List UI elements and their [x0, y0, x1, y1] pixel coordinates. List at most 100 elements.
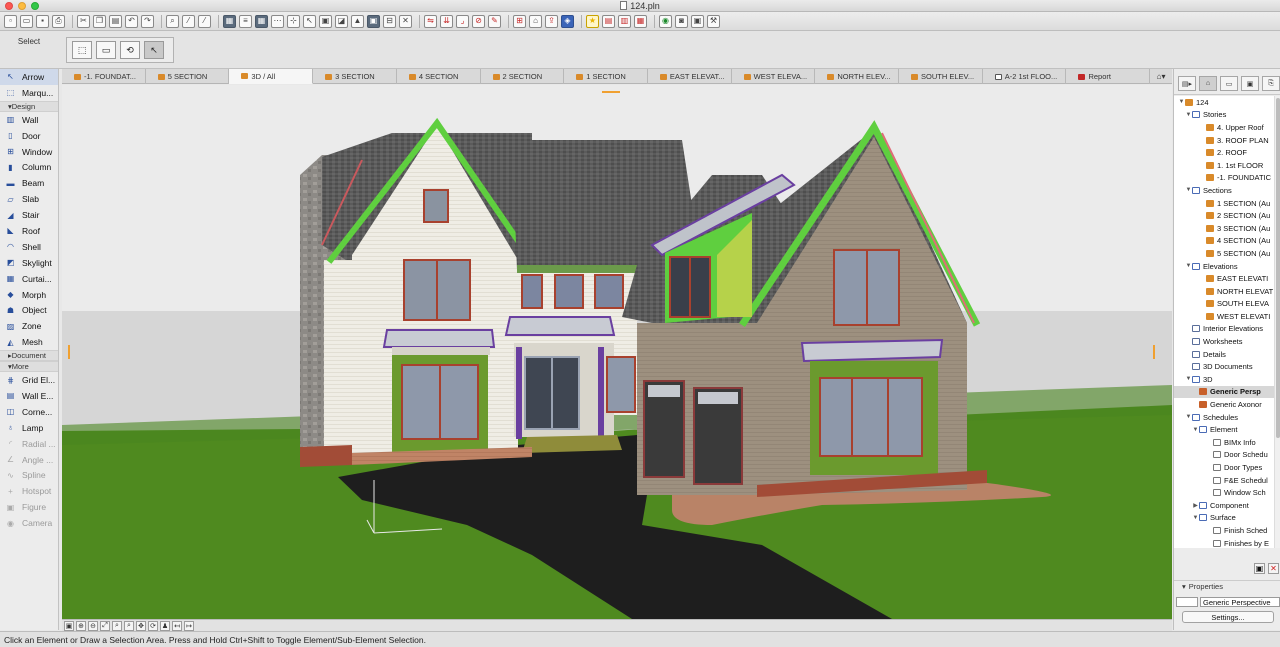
disclosure-open-icon[interactable]: ▼ [1192, 427, 1199, 433]
delete-view-icon[interactable]: ✕ [1268, 563, 1279, 574]
tool-door[interactable]: ▯ Door [0, 128, 58, 144]
3d-viewport[interactable] [62, 85, 1172, 619]
tool-camera[interactable]: ◉ Camera [0, 515, 58, 531]
view-tab[interactable]: -1. FOUNDAT... [62, 69, 146, 84]
zoom-icon[interactable]: ⌕ [124, 620, 134, 631]
tool-figure[interactable]: ▣ Figure [0, 499, 58, 515]
view-tab[interactable]: SOUTH ELEV... [899, 69, 983, 84]
x-close-icon[interactable]: ✕ [399, 14, 412, 28]
tool-window[interactable]: ⊞ Window [0, 144, 58, 160]
navigator-icon[interactable]: ▥ [618, 14, 631, 28]
project-map-node[interactable]: 1. 1st FLOOR [1174, 159, 1274, 172]
zoom-in-icon[interactable]: ⊕ [76, 620, 86, 631]
section-marker-icon[interactable]: ⊟ [383, 14, 396, 28]
new-view-icon[interactable]: ▣ [1254, 563, 1265, 574]
view-tab[interactable]: A-2 1st FLOO... [983, 69, 1067, 84]
layout-book-icon[interactable]: ▣ [1241, 76, 1259, 91]
tool-lamp[interactable]: ♁ Lamp [0, 420, 58, 436]
zoom-icon[interactable]: ⌕ [112, 620, 122, 631]
tool-mesh[interactable]: ◭ Mesh [0, 334, 58, 350]
fit-window-icon[interactable]: ⤢ [100, 620, 110, 631]
view-tab[interactable]: Report [1066, 69, 1151, 84]
project-map-node[interactable]: 3 SECTION (Au [1174, 222, 1274, 235]
project-map-node[interactable]: ▼ Element [1174, 423, 1274, 436]
suspend-groups-icon[interactable]: ◪ [335, 14, 348, 28]
navigator-menu-icon[interactable]: ▤▸ [1178, 76, 1196, 91]
view-tab[interactable]: 3D / All [229, 69, 314, 84]
eyedropper-icon[interactable]: ⁄ [182, 14, 195, 28]
teamwork-receive-icon[interactable]: ⇊ [440, 14, 453, 28]
project-map-node[interactable]: 3. ROOF PLAN [1174, 134, 1274, 147]
undo-icon[interactable]: ↶ [125, 14, 138, 28]
project-map-node[interactable]: 2. ROOF [1174, 146, 1274, 159]
tool-skylight[interactable]: ◩ Skylight [0, 255, 58, 271]
annotation-icon[interactable]: ✎ [488, 14, 501, 28]
project-map-node[interactable]: Worksheets [1174, 335, 1274, 348]
project-map-node[interactable]: NORTH ELEVAT [1174, 285, 1274, 298]
project-map-node[interactable]: ▼ 3D [1174, 373, 1274, 386]
project-map-node[interactable]: ▼ Surface [1174, 512, 1274, 525]
zoom-out-icon[interactable]: ⊖ [88, 620, 98, 631]
project-map-node[interactable]: -1. FOUNDATIC [1174, 172, 1274, 185]
group-icon[interactable]: ▣ [319, 14, 332, 28]
project-map-node[interactable]: BIMx Info [1174, 436, 1274, 449]
tool-marquee[interactable]: ⬚ Marqu... [0, 85, 58, 101]
render-icon[interactable]: ▣ [367, 14, 380, 28]
walk-icon[interactable]: ♟ [160, 620, 170, 631]
project-map-node[interactable]: Generic Persp [1174, 385, 1274, 399]
dimension-icon[interactable]: ⌟ [456, 14, 469, 28]
layer-combination-icon[interactable]: ▦ [223, 14, 236, 28]
arrow-select-icon[interactable]: ↖ [144, 41, 164, 59]
project-map-node[interactable]: SOUTH ELEVA [1174, 298, 1274, 311]
marker-icon[interactable]: ⊘ [472, 14, 485, 28]
more-section-header[interactable]: ▾ More [0, 361, 58, 373]
disclosure-closed-icon[interactable]: ▶ [1192, 502, 1199, 509]
project-map-node[interactable]: ▼ Stories [1174, 109, 1274, 122]
tool-angle-dimension[interactable]: ∠ Angle ... [0, 452, 58, 468]
view-tab[interactable]: WEST ELEVA... [732, 69, 816, 84]
pan-icon[interactable]: ✥ [136, 620, 146, 631]
properties-header[interactable]: ▾ Properties [1174, 580, 1280, 592]
project-map-node[interactable]: 4 SECTION (Au [1174, 235, 1274, 248]
project-map-node[interactable]: ▼ Elevations [1174, 260, 1274, 273]
cursor-snap-icon[interactable]: ↖ [303, 14, 316, 28]
tool-beam[interactable]: ▬ Beam [0, 175, 58, 191]
project-map-node[interactable]: Finishes by E [1174, 537, 1274, 548]
find-select-icon[interactable]: ⌕ [166, 14, 179, 28]
3d-style-icon[interactable]: ◈ [561, 14, 574, 28]
settings-button[interactable]: Settings... [1182, 611, 1274, 623]
project-map-node[interactable]: ▼ Sections [1174, 184, 1274, 197]
cut-icon[interactable]: ✂ [77, 14, 90, 28]
view-tab[interactable]: 1 SECTION [564, 69, 648, 84]
tool-wall-end[interactable]: ▤ Wall E... [0, 388, 58, 404]
tool-zone[interactable]: ▨ Zone [0, 318, 58, 334]
disclosure-open-icon[interactable]: ▼ [1185, 376, 1192, 382]
next-zoom-icon[interactable]: ↦ [184, 620, 194, 631]
tool-column[interactable]: ▮ Column [0, 159, 58, 175]
favorites-icon[interactable]: ★ [586, 14, 599, 28]
copy-icon[interactable]: ❐ [93, 14, 106, 28]
disclosure-open-icon[interactable]: ▼ [1185, 187, 1192, 193]
project-map-node[interactable]: ▼ Schedules [1174, 411, 1274, 424]
project-map-node[interactable]: 5 SECTION (Au [1174, 247, 1274, 260]
project-map-node[interactable]: Door Schedu [1174, 449, 1274, 462]
teamwork-send-icon[interactable]: ⇋ [424, 14, 437, 28]
tool-slab[interactable]: ▱ Slab [0, 191, 58, 207]
tab-overflow-icon[interactable]: ⌂▾ [1150, 69, 1172, 84]
project-map-node[interactable]: 2 SECTION (Au [1174, 209, 1274, 222]
view-settings-icon[interactable]: ⊞ [513, 14, 526, 28]
rotated-rectangle-icon[interactable]: ⟲ [120, 41, 140, 59]
disclosure-open-icon[interactable]: ▼ [1185, 263, 1192, 269]
new-file-icon[interactable]: ▫ [4, 14, 17, 28]
tool-curtain-wall[interactable]: ▦ Curtai... [0, 271, 58, 287]
tool-roof[interactable]: ◣ Roof [0, 223, 58, 239]
paste-icon[interactable]: ▤ [109, 14, 122, 28]
redo-icon[interactable]: ↷ [141, 14, 154, 28]
view-tab[interactable]: 4 SECTION [397, 69, 481, 84]
tool-object[interactable]: ☗ Object [0, 302, 58, 318]
project-map-node[interactable]: Generic Axonor [1174, 398, 1274, 411]
tool-wall[interactable]: ▥ Wall [0, 112, 58, 128]
tool-grid-element[interactable]: ⋕ Grid El... [0, 372, 58, 388]
print-icon[interactable]: ⎙ [52, 14, 65, 28]
pen-set-icon[interactable]: ≡ [239, 14, 252, 28]
